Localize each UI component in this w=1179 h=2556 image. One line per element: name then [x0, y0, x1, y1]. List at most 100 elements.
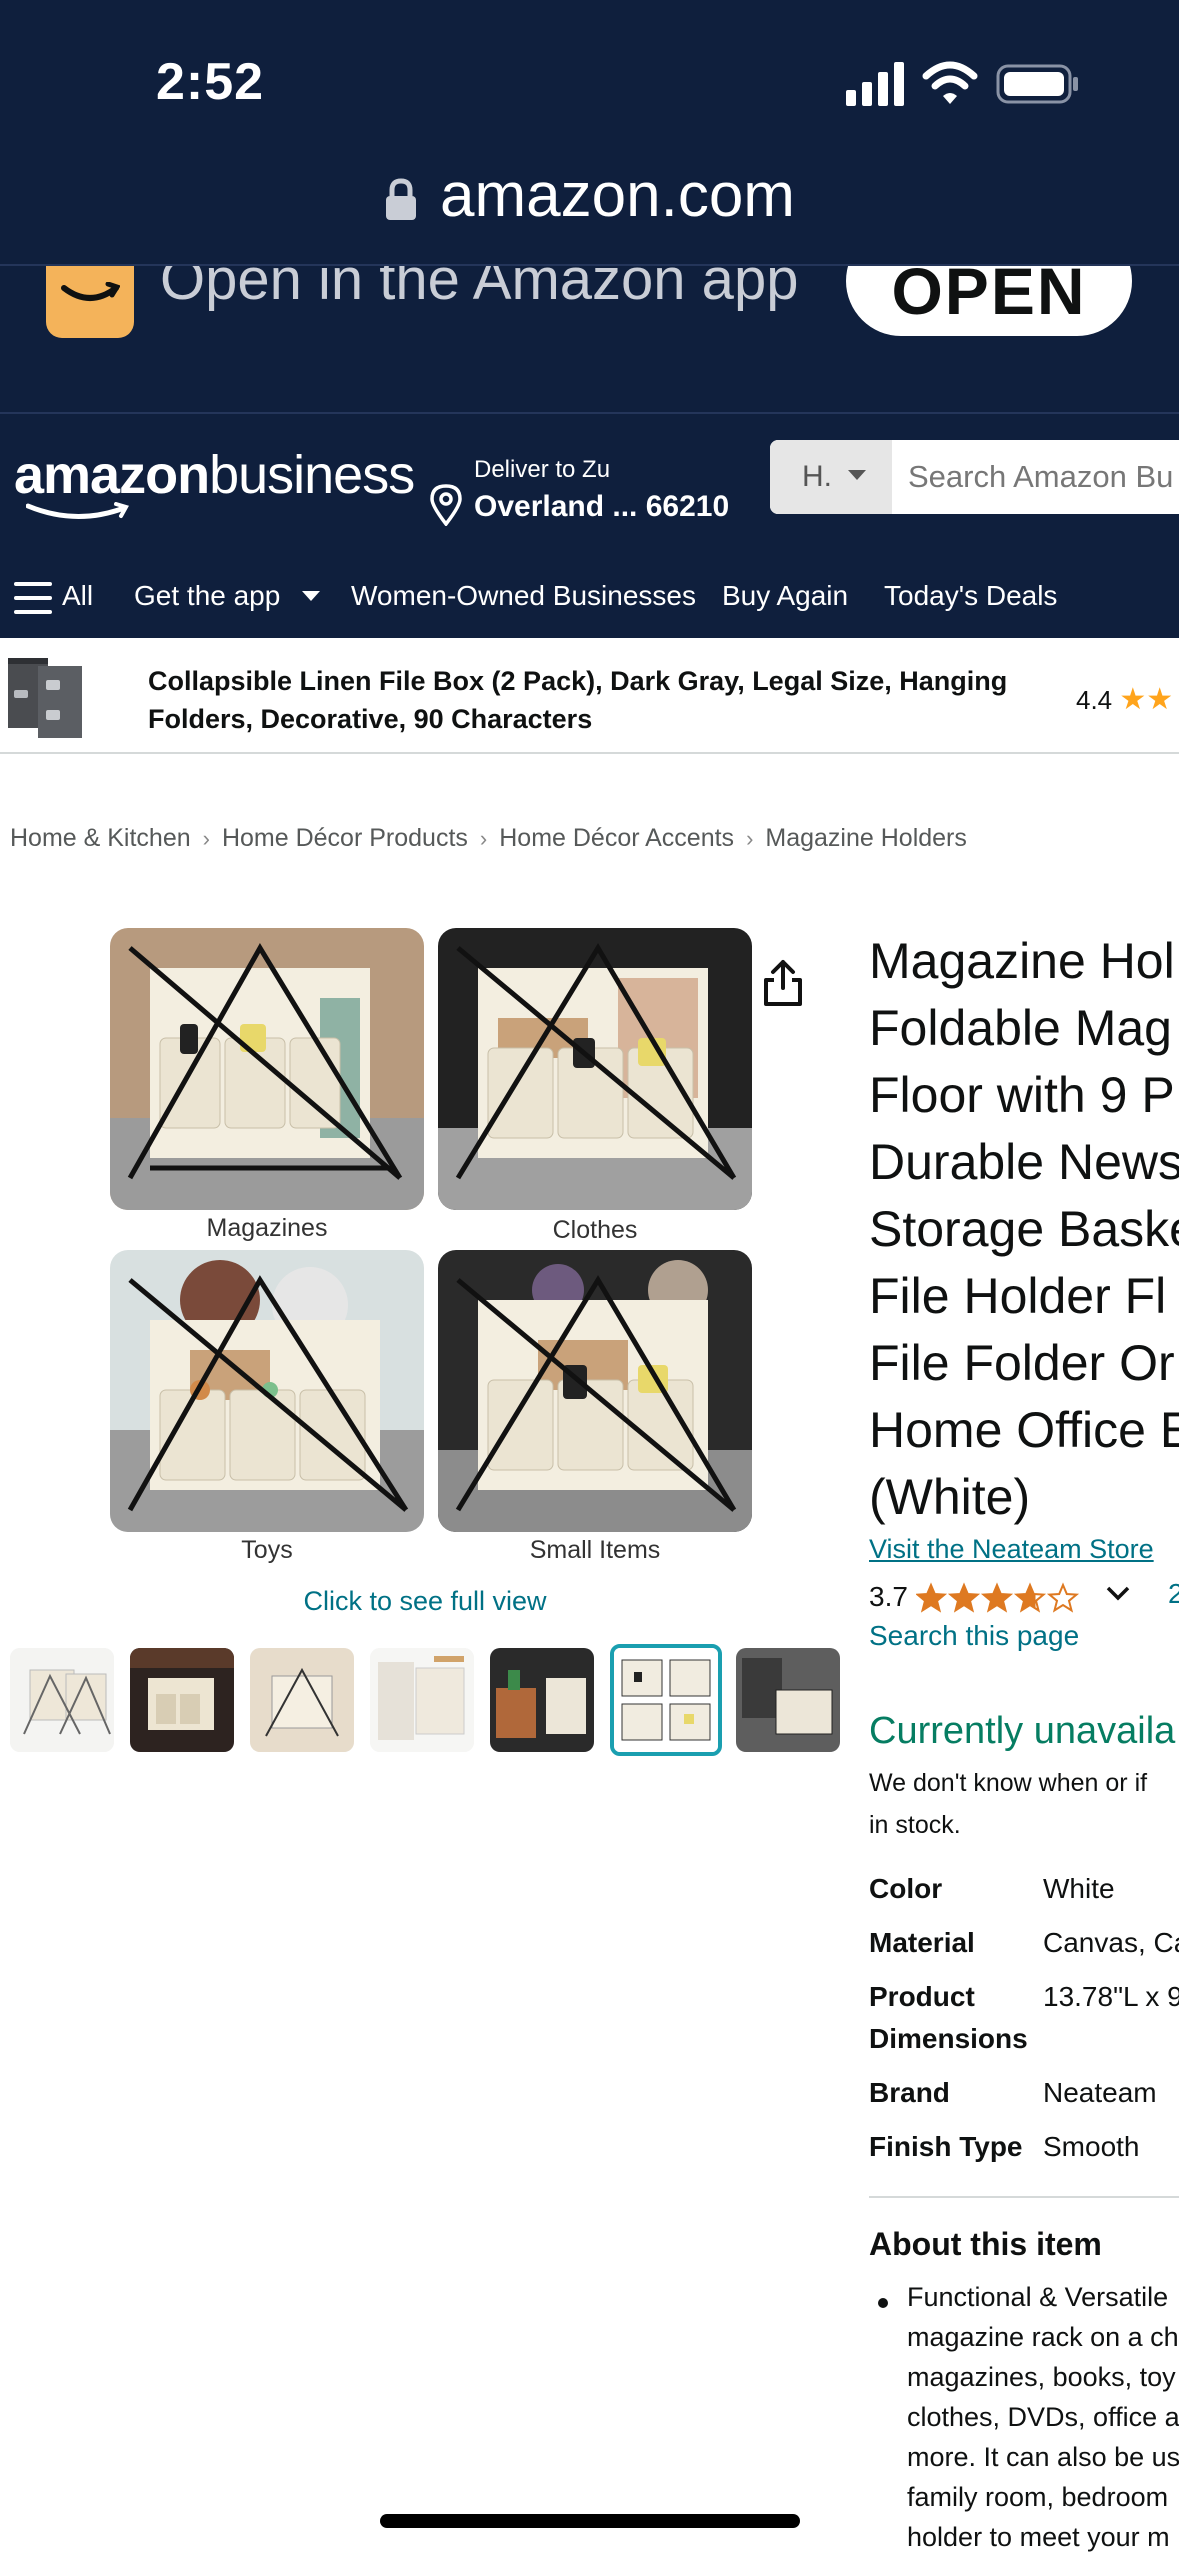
product-rating[interactable]: 3.7 — [869, 1576, 1130, 1619]
url-bar[interactable]: amazon.com — [0, 160, 1179, 231]
chevron-right-icon: › — [746, 826, 754, 851]
thumbnail[interactable] — [490, 1648, 594, 1752]
search-input[interactable] — [892, 440, 1179, 514]
caret-down-icon — [848, 470, 866, 480]
amazon-app-icon — [46, 266, 134, 338]
product-title-line: Storage Baske — [869, 1201, 1179, 1257]
search-category-select[interactable]: H. — [770, 440, 892, 514]
battery-icon — [996, 64, 1078, 104]
deliver-label: Deliver to Zu — [474, 456, 611, 483]
availability-note-line: in stock. — [869, 1811, 961, 1839]
spec-key-line: Dimensions — [869, 2023, 1028, 2054]
sponsored-product-title: Collapsible Linen File Box (2 Pack), Dar… — [148, 666, 1008, 734]
nav-get-the-app[interactable]: Get the app — [134, 580, 321, 612]
image-panel-small-items — [438, 1250, 752, 1532]
status-time: 2:52 — [156, 53, 265, 111]
star-rating-icon — [914, 1576, 1095, 1618]
spec-value: Smooth — [1043, 2131, 1140, 2162]
spec-key: Brand — [869, 2077, 950, 2108]
spec-key-line: Product — [869, 1981, 975, 2012]
search-bar: H. — [770, 440, 1179, 514]
nav-women-owned[interactable]: Women-Owned Businesses — [351, 580, 696, 612]
thumbnail[interactable] — [736, 1648, 840, 1752]
product-title-line: Foldable Mag — [869, 1000, 1172, 1056]
thumbnail[interactable] — [370, 1648, 474, 1752]
search-this-page-link[interactable]: Search this page — [869, 1620, 1079, 1652]
product-title: Magazine Hol Foldable Mag Floor with 9 P… — [869, 928, 1179, 1531]
thumbnail[interactable] — [250, 1648, 354, 1752]
open-app-button[interactable]: OPEN — [846, 266, 1132, 336]
spec-key: Finish Type — [869, 2131, 1023, 2162]
product-title-line: File Holder Fl — [869, 1268, 1167, 1324]
sponsored-product-rating: 4.4 ★★ — [1076, 682, 1173, 717]
about-text-line: Functional & Versatile — [907, 2282, 1169, 2312]
nav-buy-again[interactable]: Buy Again — [722, 580, 848, 612]
thumbnail-selected[interactable] — [610, 1644, 722, 1756]
magazine-holder-image — [438, 928, 752, 1210]
url-text: amazon.com — [440, 161, 795, 230]
sponsored-rating-value: 4.4 — [1076, 685, 1113, 715]
hamburger-menu-icon[interactable] — [14, 582, 52, 614]
star-icon — [1046, 1582, 1079, 1613]
breadcrumb-link[interactable]: Magazine Holders — [765, 824, 967, 852]
breadcrumb-link[interactable]: Home & Kitchen — [10, 824, 191, 852]
spec-key: Product Dimensions — [869, 1976, 1028, 2060]
product-title-line: Magazine Hol — [869, 933, 1175, 989]
amazon-business-logo[interactable]: amazonbusiness — [14, 444, 415, 520]
image-label: Small Items — [529, 1536, 661, 1564]
wifi-icon — [922, 61, 978, 104]
chevron-down-icon[interactable] — [1106, 1586, 1130, 1602]
about-text-line: clothes, DVDs, office a — [907, 2402, 1179, 2432]
availability-note-line: We don't know when or if — [869, 1769, 1148, 1797]
section-divider — [869, 2196, 1179, 2198]
cellular-signal-icon — [846, 62, 904, 106]
nav-todays-deals[interactable]: Today's Deals — [884, 580, 1057, 612]
product-title-line: (White) — [869, 1469, 1031, 1525]
spec-value: Neateam — [1043, 2077, 1157, 2108]
lock-icon — [386, 178, 417, 220]
image-thumbnails — [10, 1644, 840, 1756]
nav-bar: All Get the app Women-Owned Businesses B… — [0, 562, 1179, 640]
product-title-line: File Folder Or — [869, 1335, 1175, 1391]
share-icon[interactable] — [762, 958, 804, 1006]
spec-value: 13.78"L x 9 — [1043, 1981, 1179, 2012]
spec-value: Canvas, Ca — [1043, 1927, 1179, 1958]
search-category-value: H. — [802, 460, 832, 493]
image-panel-clothes — [438, 928, 752, 1210]
breadcrumb: Home & Kitchen › Home Décor Products › Home … — [10, 824, 967, 853]
spec-key: Material — [869, 1927, 975, 1958]
home-indicator[interactable] — [380, 2514, 800, 2528]
about-text-line: magazines, books, toy — [907, 2362, 1176, 2392]
ratings-count-link[interactable]: 2 — [1168, 1578, 1179, 1610]
file-box-thumbnail — [8, 658, 82, 738]
breadcrumb-link[interactable]: Home Décor Accents — [499, 824, 734, 852]
magazine-holder-image — [438, 1250, 752, 1532]
breadcrumb-link[interactable]: Home Décor Products — [222, 824, 468, 852]
image-panel-toys — [110, 1250, 424, 1532]
thumbnail[interactable] — [10, 1648, 114, 1752]
site-header: amazonbusiness Deliver to Zu Overland ..… — [0, 412, 1179, 638]
star-icon — [1013, 1582, 1046, 1613]
spec-key: Color — [869, 1873, 943, 1904]
nav-get-the-app-label: Get the app — [134, 580, 281, 611]
nav-all[interactable]: All — [62, 580, 93, 612]
open-in-app-text: Open in the Amazon app — [160, 264, 799, 312]
image-label: Magazines — [206, 1214, 328, 1242]
chevron-right-icon: › — [202, 826, 210, 851]
sponsored-product-strip[interactable]: Collapsible Linen File Box (2 Pack), Dar… — [0, 640, 1179, 754]
image-label: Clothes — [552, 1216, 638, 1244]
star-icon — [914, 1582, 947, 1613]
availability-status: Currently unavaila — [869, 1710, 1176, 1752]
about-text-line: holder to meet your m — [907, 2522, 1170, 2552]
browser-chrome: 2:52 amazon.com — [0, 0, 1179, 264]
caret-down-icon — [302, 591, 321, 601]
thumbnail[interactable] — [130, 1648, 234, 1752]
full-view-link[interactable]: Click to see full view — [0, 1586, 850, 1617]
chevron-right-icon: › — [479, 826, 488, 851]
star-icon — [980, 1582, 1013, 1613]
main-product-image[interactable]: Magazines Clothes Toys Small Items — [100, 920, 760, 1570]
rating-value: 3.7 — [869, 1581, 908, 1612]
availability-note: We don't know when or if in stock. — [869, 1762, 1179, 1846]
visit-store-link[interactable]: Visit the Neateam Store — [869, 1534, 1154, 1565]
bullet-point — [878, 2298, 888, 2308]
